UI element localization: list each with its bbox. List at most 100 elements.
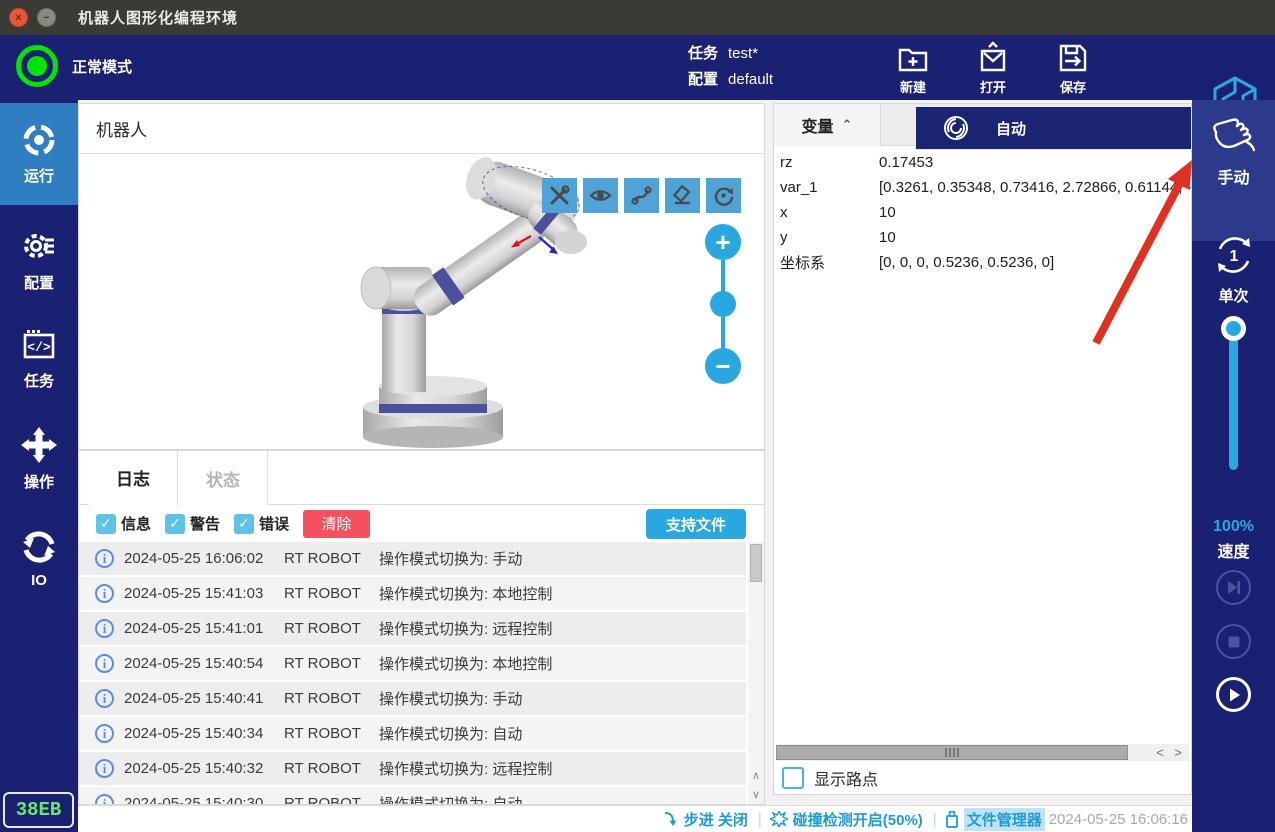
robot-programming-environment: × − 机器人图形化编程环境 正常模式 任务test* 配置default 新建… [0,0,1275,832]
visibility-button[interactable] [583,178,618,213]
log-message: 操作模式切换为: 远程控制 [379,758,552,779]
scroll-right-arrow-icon[interactable]: > [1169,744,1187,761]
log-row[interactable]: i2024-05-25 16:06:02RT ROBOT操作模式切换为: 手动 [79,542,746,575]
zoom-out-button[interactable]: − [705,348,741,384]
reset-rotate-icon [712,184,735,207]
skip-button[interactable] [1216,570,1251,605]
log-row[interactable]: i2024-05-25 15:40:54RT ROBOT操作模式切换为: 本地控… [79,647,746,680]
eraser-icon [671,184,694,207]
robot-panel-title: 机器人 [96,116,147,141]
log-row[interactable]: i2024-05-25 15:40:41RT ROBOT操作模式切换为: 手动 [79,682,746,715]
erase-button[interactable] [665,178,700,213]
tab-status[interactable]: 状态 [179,451,268,505]
log-tabs: 日志 状态 [79,451,764,505]
tools-icon [548,184,571,207]
speed-slider-track[interactable] [1229,328,1238,470]
log-time: 2024-05-25 15:40:54 [124,655,284,672]
variables-panel: 变量 ⌃ rz0.17453 var_1[0.3261, 0.35348, 0.… [773,103,1192,795]
variable-row[interactable]: y10 [774,225,1191,250]
io-cycle-icon [21,529,57,565]
single-run-button[interactable]: 1 单次 [1192,220,1275,306]
clear-log-button[interactable]: 清除 [303,510,370,538]
log-message: 操作模式切换为: 本地控制 [379,653,552,674]
zoom-in-button[interactable]: + [705,224,741,260]
sidebar-item-label: 任务 [24,370,54,391]
log-row[interactable]: i2024-05-25 15:40:34RT ROBOT操作模式切换为: 自动 [79,717,746,750]
file-manager-button[interactable]: 文件管理器 [945,808,1045,831]
warning-filter-checkbox[interactable]: ✓ [165,514,185,534]
skip-icon [1225,579,1242,596]
log-row[interactable]: i2024-05-25 15:41:01RT ROBOT操作模式切换为: 远程控… [79,612,746,645]
zoom-slider-handle[interactable] [710,291,736,317]
sidebar-item-config[interactable]: 配置 [0,210,78,312]
info-icon: i [95,654,114,673]
variables-collapse-tab[interactable]: 变量 ⌃ [774,104,881,146]
sidebar-item-operate[interactable]: 操作 [0,408,78,510]
reset-view-button[interactable] [706,178,741,213]
support-files-button[interactable]: 支持文件 [646,509,746,539]
dropdown-item-label: 自动 [996,118,1026,139]
stop-button[interactable] [1216,624,1251,659]
variable-value: 10 [879,229,896,246]
mode-dropdown-item-auto[interactable]: 自动 [915,107,1192,150]
log-list: i2024-05-25 16:06:02RT ROBOT操作模式切换为: 手动 … [79,542,746,804]
sidebar-item-run[interactable]: 运行 [0,103,78,205]
scroll-left-arrow-icon[interactable]: < [1151,744,1169,761]
log-row[interactable]: i2024-05-25 15:40:30RT ROBOT操作模式切换为: 自动 [79,787,746,804]
window-minimize-button[interactable]: − [37,8,56,27]
show-waypoints-checkbox[interactable] [782,767,804,789]
collision-icon [770,811,788,827]
info-icon: i [95,689,114,708]
variable-value: 0.17453 [879,154,933,171]
variables-horizontal-scrollbar[interactable]: < > [776,744,1189,761]
variable-row[interactable]: rz0.17453 [774,150,1191,175]
tab-log[interactable]: 日志 [89,451,178,505]
variable-name: x [780,204,879,221]
step-status[interactable]: 步进 关闭 [663,809,748,830]
scroll-down-arrow-icon[interactable]: ∨ [748,785,764,803]
log-source: RT ROBOT [284,795,379,804]
error-filter-checkbox[interactable]: ✓ [234,514,254,534]
variable-row[interactable]: 坐标系[0, 0, 0, 0.5236, 0.5236, 0] [774,250,1191,275]
path-icon [630,184,653,207]
play-button[interactable] [1216,677,1251,712]
tools-button[interactable] [542,178,577,213]
warning-filter-label: 警告 [190,513,220,534]
log-row[interactable]: i2024-05-25 15:41:03RT ROBOT操作模式切换为: 本地控… [79,577,746,610]
log-filter-row: ✓ 信息 ✓ 警告 ✓ 错误 清除 支持文件 [79,505,764,542]
speed-slider-handle[interactable] [1221,316,1246,341]
open-button[interactable]: 打开 [961,41,1025,97]
separator: | [758,811,762,828]
variable-row[interactable]: x10 [774,200,1191,225]
log-message: 操作模式切换为: 自动 [379,793,522,804]
log-row[interactable]: i2024-05-25 15:40:32RT ROBOT操作模式切换为: 远程控… [79,752,746,785]
sidebar-item-label: 配置 [24,272,54,293]
log-source: RT ROBOT [284,550,379,567]
status-code-badge: 38EB [3,792,74,828]
log-vertical-scrollbar[interactable]: ∧ ∨ [748,542,764,804]
new-button[interactable]: 新建 [881,41,945,97]
mode-text: 正常模式 [72,56,132,77]
variable-row[interactable]: var_1[0.3261, 0.35348, 0.73416, 2.72866,… [774,175,1191,200]
log-source: RT ROBOT [284,725,379,742]
stop-icon [1227,635,1241,649]
scrollbar-handle[interactable] [750,544,762,582]
scroll-up-arrow-icon[interactable]: ∧ [748,766,764,784]
save-button[interactable]: 保存 [1041,41,1105,97]
info-filter-checkbox[interactable]: ✓ [96,514,116,534]
info-icon: i [95,549,114,568]
log-source: RT ROBOT [284,620,379,637]
path-button[interactable] [624,178,659,213]
scrollbar-handle[interactable] [776,745,1128,760]
collision-status[interactable]: 碰撞检测开启(50%) [770,809,923,830]
save-icon [1056,41,1090,75]
open-button-label: 打开 [980,77,1006,96]
sidebar-item-task[interactable]: </> 任务 [0,308,78,410]
window-close-button[interactable]: × [9,8,28,27]
speed-label: 速度 [1192,538,1275,562]
variable-value: [0, 0, 0, 0.5236, 0.5236, 0] [879,254,1054,271]
sidebar-item-io[interactable]: IO [0,508,78,610]
usb-drive-icon [945,811,959,828]
robot-panel-header: 机器人 [79,104,764,154]
status-bar: 步进 关闭 | 碰撞检测开启(50%) | 文件管理器 2024-05-25 1… [78,805,1192,832]
